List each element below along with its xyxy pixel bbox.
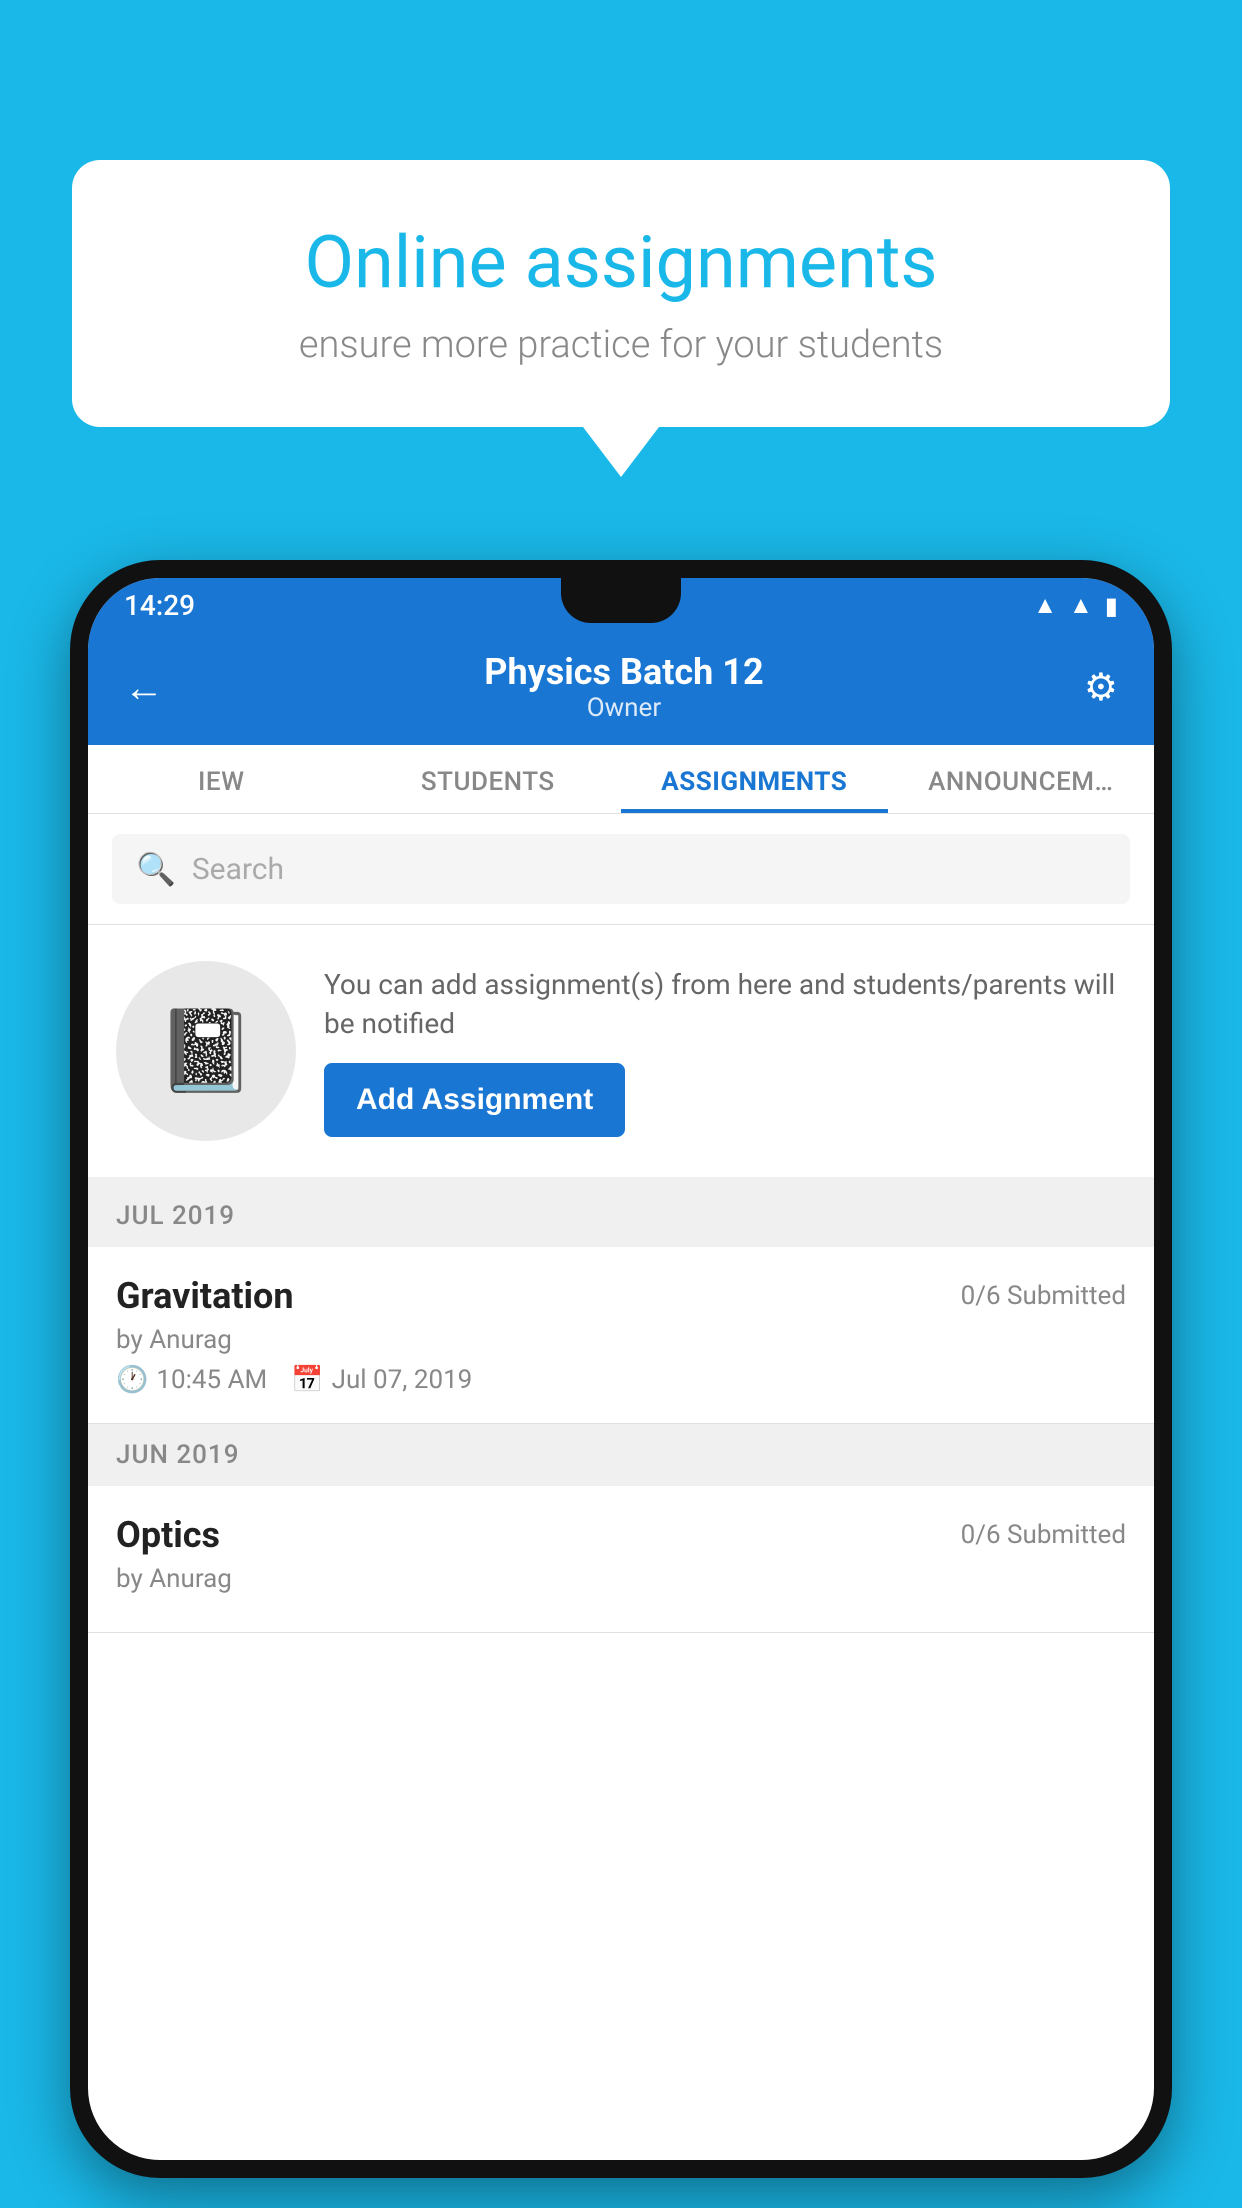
status-icons: ▲ ▲ ▮: [1033, 591, 1118, 620]
tabs-bar: IEW STUDENTS ASSIGNMENTS ANNOUNCEM…: [88, 745, 1154, 814]
search-icon: 🔍: [136, 850, 176, 888]
search-container: 🔍 Search: [88, 814, 1154, 925]
assignment-status: 0/6 Submitted: [961, 1520, 1126, 1550]
header-center: Physics Batch 12 Owner: [484, 651, 763, 723]
assignment-row: Gravitation 0/6 Submitted: [116, 1275, 1126, 1317]
search-bar[interactable]: 🔍 Search: [112, 834, 1130, 904]
app-header: ← Physics Batch 12 Owner ⚙: [88, 633, 1154, 745]
status-time: 14:29: [124, 589, 195, 622]
assignment-by: by Anurag: [116, 1564, 1126, 1594]
tab-announcements[interactable]: ANNOUNCEM…: [888, 745, 1155, 813]
assignment-time: 🕐 10:45 AM: [116, 1365, 267, 1395]
notch: [561, 578, 681, 623]
promo-section: 📓 You can add assignment(s) from here an…: [88, 925, 1154, 1185]
promo-description: You can add assignment(s) from here and …: [324, 965, 1126, 1043]
back-button[interactable]: ←: [124, 664, 164, 711]
tab-iew[interactable]: IEW: [88, 745, 355, 813]
settings-button[interactable]: ⚙: [1084, 665, 1118, 710]
assignment-date: 📅 Jul 07, 2019: [291, 1365, 472, 1395]
assignment-by: by Anurag: [116, 1325, 1126, 1355]
search-placeholder: Search: [192, 852, 284, 887]
signal-icon: ▲: [1069, 591, 1093, 620]
section-header-jul: JUL 2019: [88, 1185, 1154, 1247]
add-assignment-button[interactable]: Add Assignment: [324, 1063, 625, 1137]
tab-students[interactable]: STUDENTS: [355, 745, 622, 813]
notebook-icon: 📓: [156, 1004, 256, 1098]
clock-icon: 🕐: [116, 1365, 148, 1395]
speech-bubble-arrow: [583, 427, 659, 477]
assignment-name: Optics: [116, 1514, 220, 1556]
phone-container: 14:29 ▲ ▲ ▮ ← Physics Batch 12 Owner ⚙ I…: [70, 560, 1172, 2178]
speech-bubble: Online assignments ensure more practice …: [72, 160, 1170, 427]
calendar-icon: 📅: [291, 1365, 323, 1395]
assignment-item-gravitation[interactable]: Gravitation 0/6 Submitted by Anurag 🕐 10…: [88, 1247, 1154, 1424]
assignment-meta: 🕐 10:45 AM 📅 Jul 07, 2019: [116, 1365, 1126, 1395]
promo-content: You can add assignment(s) from here and …: [324, 965, 1126, 1137]
assignment-date-value: Jul 07, 2019: [332, 1365, 473, 1395]
section-header-jun: JUN 2019: [88, 1424, 1154, 1486]
speech-bubble-container: Online assignments ensure more practice …: [72, 160, 1170, 477]
status-bar: 14:29 ▲ ▲ ▮: [88, 578, 1154, 633]
assignment-item-optics[interactable]: Optics 0/6 Submitted by Anurag: [88, 1486, 1154, 1633]
assignment-status: 0/6 Submitted: [961, 1281, 1126, 1311]
header-title: Physics Batch 12: [484, 651, 763, 693]
phone-screen: 14:29 ▲ ▲ ▮ ← Physics Batch 12 Owner ⚙ I…: [88, 578, 1154, 2160]
tab-assignments[interactable]: ASSIGNMENTS: [621, 745, 888, 813]
assignment-time-value: 10:45 AM: [156, 1365, 267, 1395]
speech-bubble-title: Online assignments: [142, 220, 1100, 305]
phone-outer: 14:29 ▲ ▲ ▮ ← Physics Batch 12 Owner ⚙ I…: [70, 560, 1172, 2178]
battery-icon: ▮: [1105, 592, 1118, 620]
assignment-row: Optics 0/6 Submitted: [116, 1514, 1126, 1556]
assignment-name: Gravitation: [116, 1275, 294, 1317]
promo-icon-circle: 📓: [116, 961, 296, 1141]
wifi-icon: ▲: [1033, 591, 1057, 620]
speech-bubble-subtitle: ensure more practice for your students: [142, 323, 1100, 367]
header-subtitle: Owner: [484, 693, 763, 723]
